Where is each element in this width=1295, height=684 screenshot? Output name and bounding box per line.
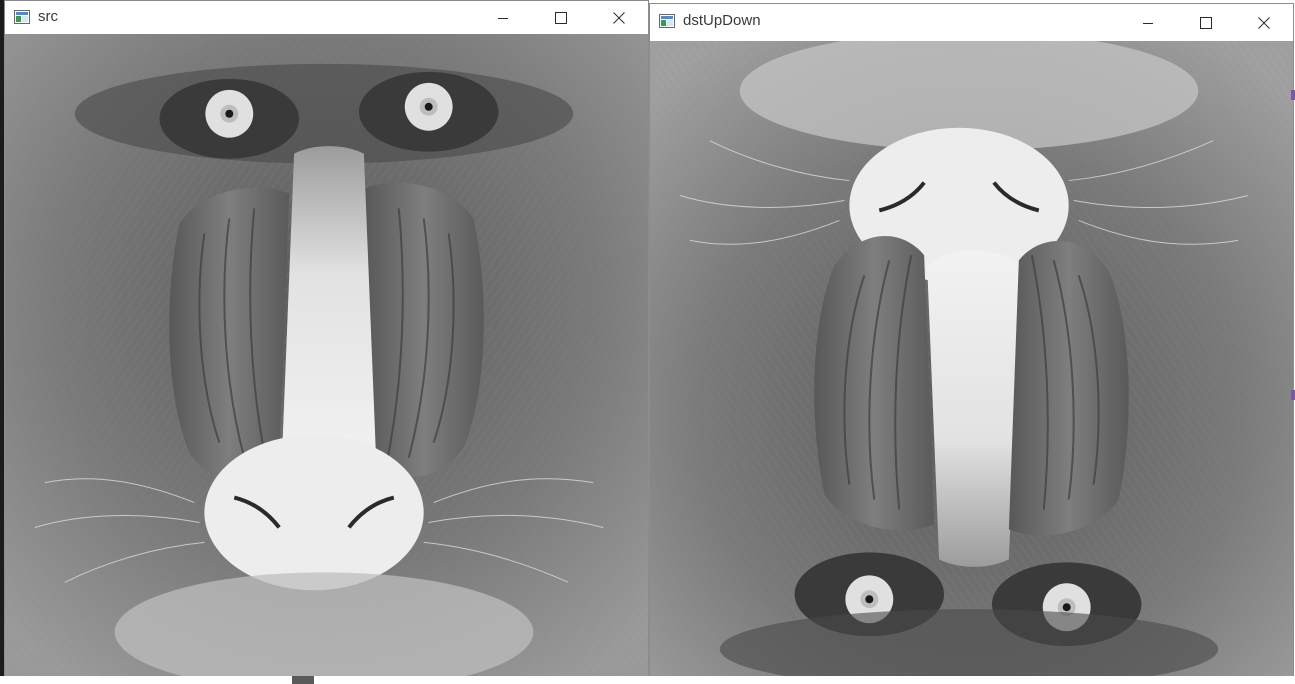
maximize-button[interactable] xyxy=(532,1,590,34)
window-title: dstUpDown xyxy=(683,12,761,29)
desktop-strip-bottom xyxy=(0,676,1295,684)
maximize-button[interactable] xyxy=(1177,4,1235,41)
app-icon xyxy=(659,14,675,28)
src-window[interactable]: src xyxy=(4,0,649,677)
mandrill-image xyxy=(5,34,648,676)
minimize-button[interactable] xyxy=(1119,4,1177,41)
dstupdown-titlebar[interactable]: dstUpDown xyxy=(650,4,1293,41)
taskbar-fragment xyxy=(292,676,314,684)
close-icon xyxy=(1258,16,1270,29)
maximize-icon xyxy=(1200,16,1212,29)
minimize-icon xyxy=(498,17,508,19)
edge-marker xyxy=(1291,90,1295,100)
close-icon xyxy=(613,11,625,24)
src-titlebar[interactable]: src xyxy=(5,1,648,34)
dstupdown-window[interactable]: dstUpDown xyxy=(649,3,1294,681)
close-button[interactable] xyxy=(590,1,648,34)
maximize-icon xyxy=(555,11,567,24)
minimize-button[interactable] xyxy=(474,1,532,34)
image-canvas xyxy=(5,34,648,676)
image-canvas xyxy=(650,41,1293,680)
mandrill-image-flipped xyxy=(650,41,1293,680)
minimize-icon xyxy=(1143,22,1153,24)
close-button[interactable] xyxy=(1235,4,1293,41)
edge-marker xyxy=(1291,390,1295,400)
window-title: src xyxy=(38,8,58,25)
app-icon xyxy=(14,10,30,24)
